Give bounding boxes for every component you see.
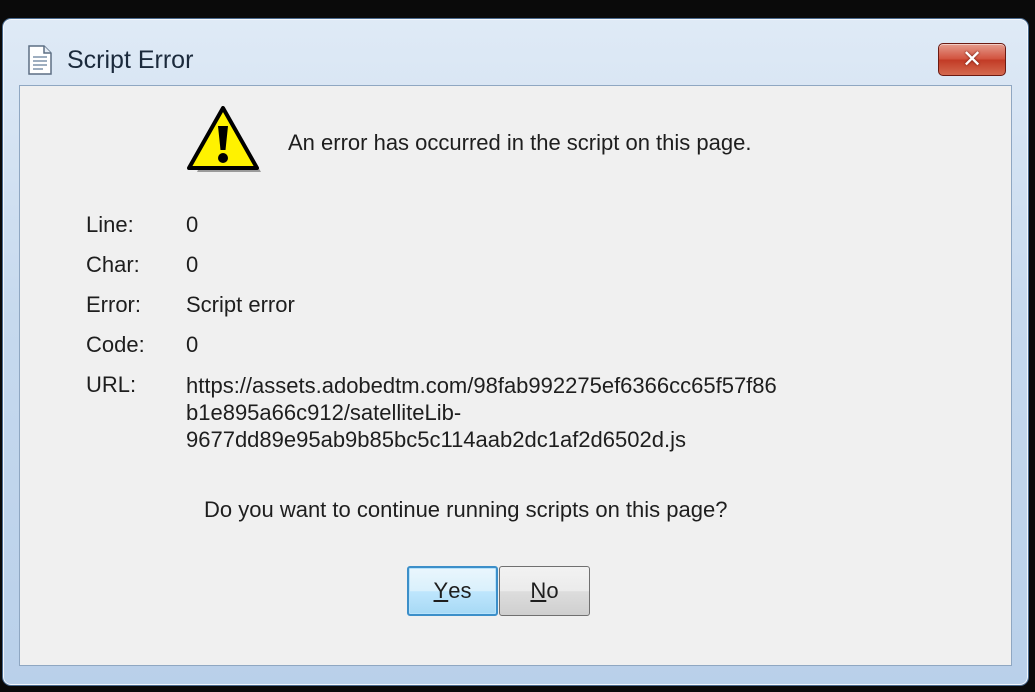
url-line: https://assets.adobedtm.com/98fab992275e…	[186, 373, 777, 398]
error-message: An error has occurred in the script on t…	[288, 130, 752, 155]
code-label: Code:	[86, 332, 145, 357]
char-label: Char:	[86, 252, 140, 277]
continue-question: Do you want to continue running scripts …	[204, 497, 728, 522]
line-label: Line:	[86, 212, 134, 237]
line-value: 0	[186, 212, 199, 237]
no-mnemonic: N	[530, 578, 547, 603]
warning-icon	[187, 106, 263, 176]
url-value: https://assets.adobedtm.com/98fab992275e…	[186, 372, 886, 453]
no-label-rest: o	[546, 578, 559, 603]
url-line: 9677dd89e95ab9b85bc5c114aab2dc1af2d6502d…	[186, 427, 686, 452]
code-value: 0	[186, 332, 199, 357]
yes-button[interactable]: Yes	[407, 566, 498, 616]
yes-mnemonic: Y	[433, 578, 449, 603]
no-button[interactable]: No	[499, 566, 590, 616]
title-bar[interactable]: Script Error ✕	[3, 19, 1028, 85]
window-title: Script Error	[67, 46, 194, 74]
url-label: URL:	[86, 372, 137, 397]
document-icon	[27, 45, 53, 75]
yes-label-rest: es	[448, 578, 472, 603]
error-label: Error:	[86, 292, 141, 317]
close-button[interactable]: ✕	[938, 43, 1006, 76]
dialog-body: An error has occurred in the script on t…	[19, 85, 1012, 666]
script-error-dialog: Script Error ✕ An error has occurred in …	[2, 18, 1029, 686]
error-value: Script error	[186, 292, 295, 317]
close-icon: ✕	[961, 46, 983, 73]
url-line: b1e895a66c912/satelliteLib-	[186, 400, 462, 425]
char-value: 0	[186, 252, 199, 277]
